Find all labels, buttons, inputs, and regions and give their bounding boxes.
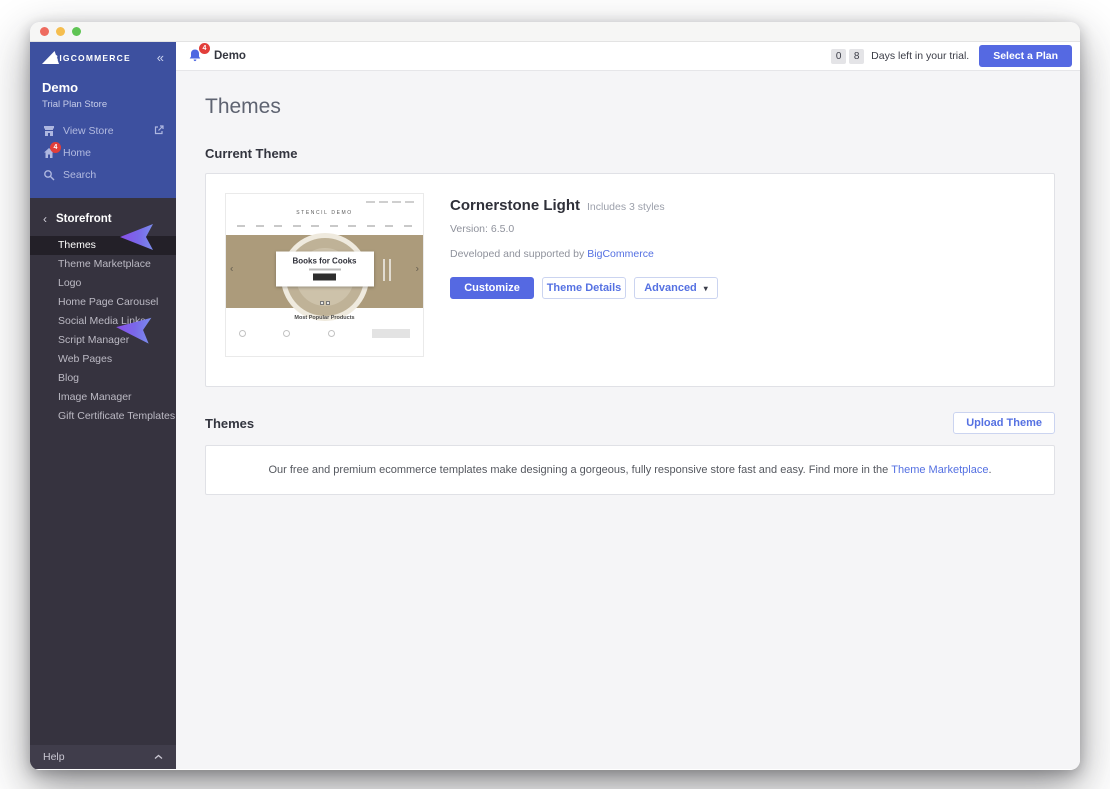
notifications-badge: 4 <box>199 43 210 54</box>
thumb-shop-button <box>313 273 336 280</box>
main-area: 4 Demo 0 8 Days left in your trial. Sele… <box>176 42 1080 769</box>
banner-text: Our free and premium ecommerce templates… <box>268 464 888 476</box>
advanced-label: Advanced <box>644 282 697 294</box>
sidebar-item-themes[interactable]: Themes <box>30 236 176 255</box>
carousel-next-icon: › <box>416 263 419 274</box>
topbar: 4 Demo 0 8 Days left in your trial. Sele… <box>176 42 1080 71</box>
theme-preview-thumbnail[interactable]: STENCIL DEMO Books for Cooks <box>225 193 424 357</box>
notifications-bell-icon[interactable]: 4 <box>188 48 204 64</box>
developed-prefix: Developed and supported by <box>450 248 584 260</box>
current-theme-heading: Current Theme <box>205 146 1055 161</box>
thumb-hero-title: Books for Cooks <box>276 256 374 265</box>
themes-banner-card: Our free and premium ecommerce templates… <box>205 445 1055 495</box>
zoom-window-button[interactable] <box>72 27 81 36</box>
sidebar-item-search[interactable]: Search <box>30 164 176 186</box>
theme-info: Cornerstone Light Includes 3 styles Vers… <box>450 193 718 367</box>
minimize-window-button[interactable] <box>56 27 65 36</box>
advanced-dropdown-button[interactable]: Advanced ▾ <box>634 277 718 299</box>
sidebar-item-script-manager[interactable]: Script Manager <box>30 331 176 350</box>
store-plan: Trial Plan Store <box>42 99 164 110</box>
upload-theme-button[interactable]: Upload Theme <box>953 412 1055 434</box>
sidebar-item-theme-marketplace[interactable]: Theme Marketplace <box>30 255 176 274</box>
home-notification-badge: 4 <box>50 142 61 153</box>
store-block: Demo Trial Plan Store <box>30 68 176 120</box>
app-window: BIGCOMMERCE « Demo Trial Plan Store View… <box>30 22 1080 770</box>
content-area: Themes Current Theme STENCIL DEMO <box>176 71 1080 769</box>
bigcommerce-logo: BIGCOMMERCE <box>42 51 131 64</box>
sidebar-item-home[interactable]: 4 Home <box>30 142 176 164</box>
storefront-back-header[interactable]: ‹ Storefront <box>30 206 176 234</box>
banner-suffix: . <box>988 464 991 476</box>
sidebar-store-section: BIGCOMMERCE « Demo Trial Plan Store View… <box>30 42 176 198</box>
page-title: Themes <box>205 95 1055 119</box>
bigcommerce-logo-text: BIGCOMMERCE <box>52 53 131 63</box>
sidebar-item-web-pages[interactable]: Web Pages <box>30 350 176 369</box>
trial-days-digit: 8 <box>849 49 864 64</box>
theme-marketplace-link[interactable]: Theme Marketplace <box>891 464 988 476</box>
topbar-store-name: Demo <box>214 50 246 62</box>
carousel-prev-icon: ‹ <box>230 263 233 274</box>
thumb-cutlery-decor <box>383 259 385 281</box>
thumb-header-links <box>366 201 414 203</box>
current-theme-card: STENCIL DEMO Books for Cooks <box>205 173 1055 387</box>
storefront-section-title: Storefront <box>56 213 112 225</box>
sidebar-item-blog[interactable]: Blog <box>30 369 176 388</box>
store-name: Demo <box>42 80 164 95</box>
theme-styles-note: Includes 3 styles <box>587 201 665 213</box>
thumb-products-heading: Most Popular Products <box>226 315 423 321</box>
sidebar-item-gift-certificate-templates[interactable]: Gift Certificate Templates <box>30 407 176 426</box>
bigcommerce-link[interactable]: BigCommerce <box>587 248 654 260</box>
theme-name: Cornerstone Light <box>450 197 580 214</box>
search-icon <box>42 169 55 182</box>
theme-version: Version: 6.5.0 <box>450 223 718 235</box>
carousel-dots <box>320 301 330 305</box>
sidebar-item-label: Search <box>63 169 96 181</box>
themes-section-header: Themes Upload Theme <box>205 412 1055 434</box>
theme-developer-line: Developed and supported byBigCommerce <box>450 248 718 260</box>
app-body: BIGCOMMERCE « Demo Trial Plan Store View… <box>30 42 1080 769</box>
thumb-hero-overlay: Books for Cooks <box>276 251 374 286</box>
thumb-nav-links <box>237 225 412 227</box>
collapse-sidebar-icon[interactable]: « <box>157 51 164 64</box>
thumb-cutlery-decor <box>389 259 391 281</box>
screenshot-canvas: BIGCOMMERCE « Demo Trial Plan Store View… <box>0 0 1110 789</box>
sidebar-item-label: View Store <box>63 125 114 137</box>
sidebar-item-home-page-carousel[interactable]: Home Page Carousel <box>30 293 176 312</box>
chevron-down-icon: ▾ <box>704 284 708 293</box>
themes-heading: Themes <box>205 416 254 431</box>
chevron-left-icon: ‹ <box>43 212 47 226</box>
theme-details-button[interactable]: Theme Details <box>542 277 626 299</box>
help-bar[interactable]: Help <box>30 745 176 769</box>
macos-titlebar <box>30 22 1080 42</box>
thumb-products-row <box>239 329 410 338</box>
sidebar-item-label: Home <box>63 147 91 159</box>
home-icon: 4 <box>42 147 55 160</box>
trial-days-digit: 0 <box>831 49 846 64</box>
help-label: Help <box>43 751 65 763</box>
sidebar-storefront-section: ‹ Storefront Themes Theme Marketplace Lo… <box>30 198 176 769</box>
trial-countdown-text: Days left in your trial. <box>871 50 969 62</box>
sidebar-item-logo[interactable]: Logo <box>30 274 176 293</box>
sidebar-item-view-store[interactable]: View Store <box>30 120 176 142</box>
customize-button[interactable]: Customize <box>450 277 534 299</box>
select-a-plan-button[interactable]: Select a Plan <box>979 45 1072 67</box>
close-window-button[interactable] <box>40 27 49 36</box>
thumb-hero-subtext-bar <box>309 268 341 270</box>
storefront-icon <box>42 125 55 138</box>
thumb-store-brand: STENCIL DEMO <box>226 210 423 216</box>
storefront-menu: Themes Theme Marketplace Logo Home Page … <box>30 236 176 426</box>
sidebar-item-image-manager[interactable]: Image Manager <box>30 388 176 407</box>
sidebar: BIGCOMMERCE « Demo Trial Plan Store View… <box>30 42 176 769</box>
thumb-hero-carousel: Books for Cooks ‹ › <box>226 235 423 308</box>
external-link-icon <box>154 125 164 138</box>
sidebar-item-social-media-links[interactable]: Social Media Links <box>30 312 176 331</box>
chevron-up-icon <box>154 751 163 763</box>
